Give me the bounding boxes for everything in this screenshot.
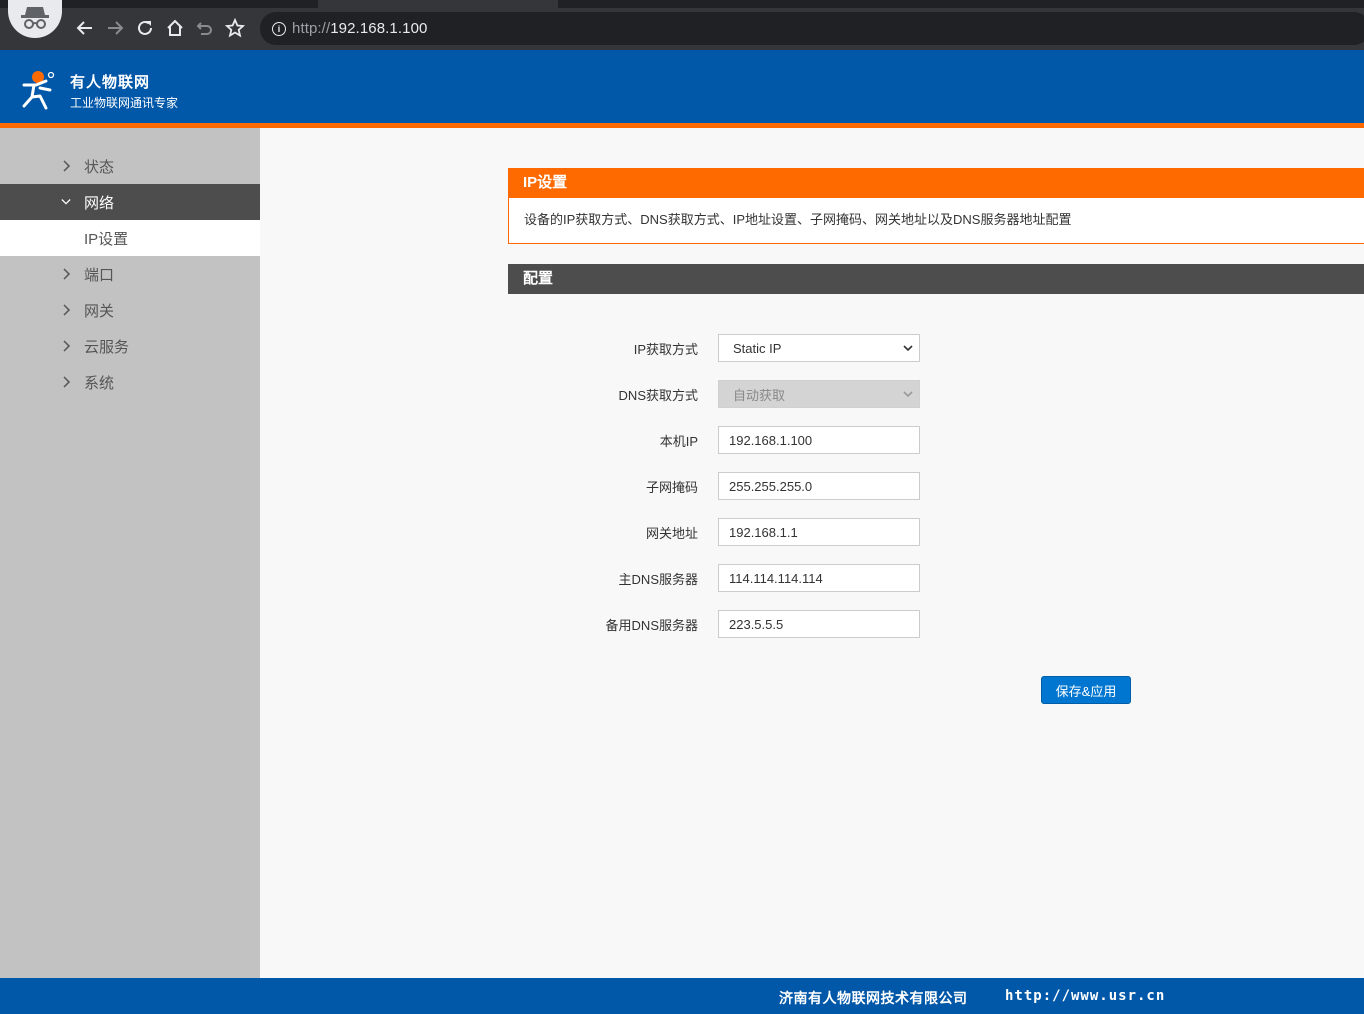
- chevron-down-icon: [60, 196, 72, 208]
- secondary-dns-label: 备用DNS服务器: [605, 617, 698, 633]
- footer-site-link[interactable]: http://www.usr.cn: [1005, 988, 1165, 1004]
- url-text: http://192.168.1.100: [292, 20, 428, 37]
- sidebar: 状态 网络 IP设置 端口 网关 云服务 系统: [0, 128, 260, 978]
- form-row-ip-mode: IP获取方式 Static IP: [508, 334, 1108, 362]
- ip-mode-value: Static IP: [733, 340, 782, 356]
- dns-mode-label: DNS获取方式: [618, 387, 698, 403]
- footer: 济南有人物联网技术有限公司 http://www.usr.cn: [0, 978, 1364, 1014]
- chevron-right-icon: [60, 340, 72, 352]
- dns-mode-value: 自动获取: [733, 387, 786, 403]
- form-row-primary-dns: 主DNS服务器 114.114.114.114: [508, 564, 1108, 592]
- back-icon[interactable]: [73, 16, 97, 40]
- tab-strip: [0, 0, 1364, 8]
- site-info-icon[interactable]: i: [272, 21, 286, 36]
- panel-title: IP设置: [508, 168, 1364, 198]
- primary-dns-input[interactable]: 114.114.114.114: [718, 564, 920, 592]
- form-row-subnet-mask: 子网掩码 255.255.255.0: [508, 472, 1108, 500]
- usr-logo-icon: [20, 70, 58, 110]
- subnet-mask-label: 子网掩码: [645, 479, 698, 495]
- form-row-dns-mode: DNS获取方式 自动获取: [508, 380, 1108, 408]
- sidebar-subitem-ip-settings[interactable]: IP设置: [0, 220, 260, 256]
- chevron-right-icon: [60, 160, 72, 172]
- sidebar-item-port[interactable]: 端口: [0, 256, 260, 292]
- ip-mode-select[interactable]: Static IP: [718, 334, 920, 362]
- sidebar-item-gateway[interactable]: 网关: [0, 292, 260, 328]
- reload-icon[interactable]: [133, 16, 157, 40]
- sidebar-item-network[interactable]: 网络: [0, 184, 260, 220]
- active-tab[interactable]: [318, 0, 558, 10]
- site-header: [0, 50, 1364, 123]
- primary-dns-label: 主DNS服务器: [618, 571, 698, 587]
- chevron-down-icon: [903, 345, 913, 352]
- form-row-secondary-dns: 备用DNS服务器 223.5.5.5: [508, 610, 1108, 638]
- bookmark-star-icon[interactable]: [223, 16, 247, 40]
- local-ip-label: 本机IP: [659, 433, 698, 449]
- footer-company: 济南有人物联网技术有限公司: [779, 990, 968, 1006]
- browser-toolbar: i http://192.168.1.100: [0, 0, 1364, 50]
- sidebar-item-cloud-service[interactable]: 云服务: [0, 328, 260, 364]
- sidebar-item-label: 网络: [84, 194, 115, 212]
- sidebar-item-status[interactable]: 状态: [0, 148, 260, 184]
- config-section-title: 配置: [508, 264, 1364, 294]
- secondary-dns-input[interactable]: 223.5.5.5: [718, 610, 920, 638]
- forward-icon[interactable]: [103, 16, 127, 40]
- chevron-right-icon: [60, 268, 72, 280]
- address-bar[interactable]: i http://192.168.1.100: [260, 12, 1364, 45]
- chevron-right-icon: [60, 376, 72, 388]
- gateway-label: 网关地址: [645, 525, 698, 541]
- local-ip-input[interactable]: 192.168.1.100: [718, 426, 920, 454]
- sidebar-item-label: 端口: [84, 266, 115, 284]
- brand-tagline: 工业物联网通讯专家: [70, 96, 179, 110]
- sidebar-item-label: 云服务: [84, 338, 130, 356]
- sidebar-item-label: 状态: [84, 158, 115, 176]
- save-apply-button[interactable]: 保存&应用: [1041, 676, 1131, 704]
- brand-name: 有人物联网: [70, 74, 151, 91]
- ip-mode-label: IP获取方式: [633, 341, 698, 357]
- form-row-gateway: 网关地址 192.168.1.1: [508, 518, 1108, 546]
- panel-description: 设备的IP获取方式、DNS获取方式、IP地址设置、子网掩码、网关地址以及DNS服…: [508, 198, 1364, 244]
- dns-mode-select: 自动获取: [718, 380, 920, 408]
- undo-icon[interactable]: [193, 16, 217, 40]
- sidebar-item-label: 系统: [84, 374, 115, 392]
- chevron-right-icon: [60, 304, 72, 316]
- form-row-local-ip: 本机IP 192.168.1.100: [508, 426, 1108, 454]
- chevron-down-icon: [903, 391, 913, 398]
- home-icon[interactable]: [163, 16, 187, 40]
- subnet-mask-input[interactable]: 255.255.255.0: [718, 472, 920, 500]
- sidebar-item-label: 网关: [84, 302, 115, 320]
- incognito-icon: [8, 0, 62, 38]
- gateway-input[interactable]: 192.168.1.1: [718, 518, 920, 546]
- sidebar-item-system[interactable]: 系统: [0, 364, 260, 400]
